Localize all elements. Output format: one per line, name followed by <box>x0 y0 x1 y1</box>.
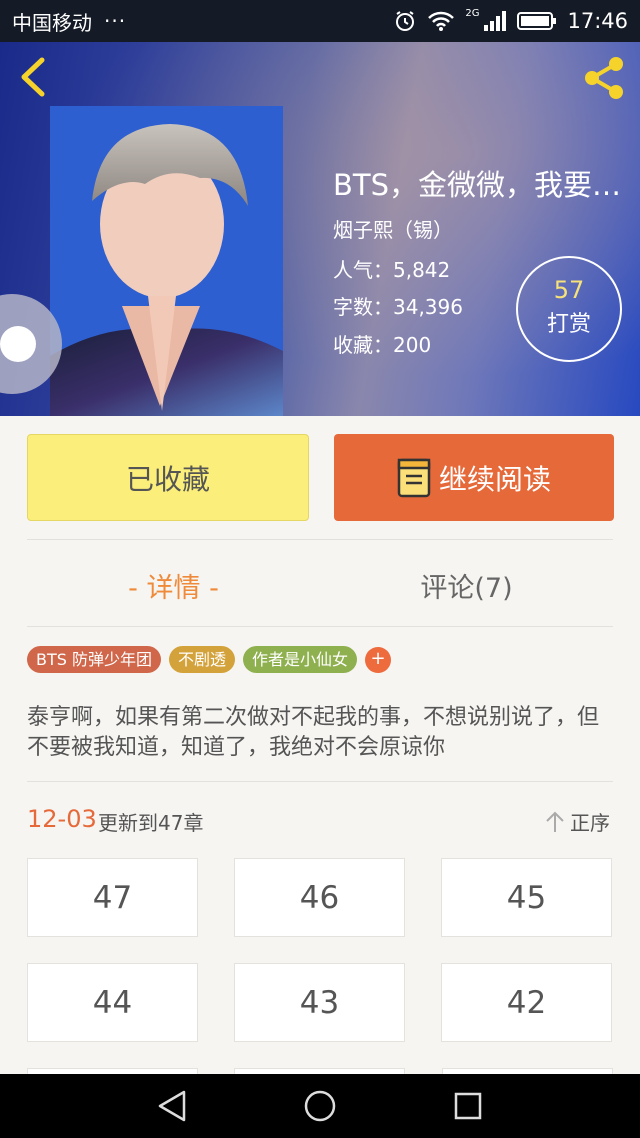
cover-portrait <box>50 106 283 416</box>
tag-bts[interactable]: BTS 防弹少年团 <box>27 646 161 673</box>
wifi-icon <box>428 11 455 31</box>
system-nav-bar <box>0 1074 640 1138</box>
chapter-button[interactable]: 43 <box>234 963 405 1042</box>
chapter-button[interactable]: 46 <box>234 858 405 937</box>
chapter-grid: 47 46 45 44 43 42 <box>27 858 613 1042</box>
alarm-icon <box>396 11 415 31</box>
divider <box>27 781 613 782</box>
nav-recents-button[interactable] <box>448 1086 488 1126</box>
continue-reading-button[interactable]: 继续阅读 <box>334 434 614 521</box>
collected-label: 已收藏 <box>125 462 210 496</box>
tag-list: BTS 防弹少年团 不剧透 作者是小仙女 + <box>27 646 392 673</box>
square-recents-icon <box>454 1092 482 1120</box>
chapter-button[interactable]: 42 <box>441 963 612 1042</box>
network-type: 2G <box>465 7 480 19</box>
sort-toggle[interactable]: 正序 <box>544 807 610 836</box>
collected-button[interactable]: 已收藏 <box>27 434 309 521</box>
chapter-button[interactable]: 47 <box>27 858 198 937</box>
circle-home-icon <box>304 1090 336 1122</box>
popularity-stat: 人气：5,842 <box>333 258 451 282</box>
nav-back-button[interactable] <box>152 1086 192 1126</box>
reward-count: 57 <box>553 276 585 304</box>
update-date: 12-03 <box>27 805 97 833</box>
divider <box>27 539 613 540</box>
sort-label: 正序 <box>570 811 610 835</box>
signal-icon <box>484 11 507 31</box>
status-bar: 中国移动 ··· 2G 17:46 <box>0 0 640 42</box>
book-cover-image[interactable] <box>50 106 283 416</box>
book-header: BTS，金微微，我要… 烟子熙（锡） 人气：5,842 字数：34,396 收藏… <box>0 42 640 416</box>
status-icons: 2G 17:46 <box>393 7 628 33</box>
book-icon <box>397 458 431 497</box>
share-icon[interactable] <box>580 54 628 102</box>
back-arrow-icon[interactable] <box>14 54 54 100</box>
tag-author-fairy[interactable]: 作者是小仙女 <box>243 646 358 673</box>
chapter-button[interactable]: 45 <box>441 858 612 937</box>
book-description: 泰亨啊，如果有第二次做对不起我的事，不想说别说了，但不要被我知道，知道了，我绝对… <box>27 705 600 760</box>
clock: 17:46 <box>567 9 628 33</box>
chapter-button[interactable]: 44 <box>27 963 198 1042</box>
tab-comments[interactable]: 评论(7) <box>320 566 613 605</box>
update-text: 更新到47章 <box>98 811 204 835</box>
triangle-back-icon <box>158 1090 186 1122</box>
reward-button[interactable]: 57 打赏 <box>516 256 622 362</box>
battery-icon <box>517 12 557 30</box>
nav-home-button[interactable] <box>300 1086 340 1126</box>
tag-no-spoiler[interactable]: 不剧透 <box>169 646 236 673</box>
carrier-name: 中国移动 <box>12 10 92 35</box>
add-tag-button[interactable]: + <box>365 646 392 673</box>
reward-label: 打赏 <box>546 312 591 337</box>
arrow-up-icon <box>546 811 564 832</box>
continue-reading-label: 继续阅读 <box>438 462 551 496</box>
notification-dots: ··· <box>104 9 127 33</box>
tab-details[interactable]: - 详情 - <box>27 566 320 605</box>
book-title: BTS，金微微，我要… <box>333 168 622 202</box>
word-count-stat: 字数：34,396 <box>333 295 463 319</box>
book-author[interactable]: 烟子熙（锡） <box>333 214 453 243</box>
divider <box>27 626 613 627</box>
favorites-stat: 收藏：200 <box>333 333 432 357</box>
